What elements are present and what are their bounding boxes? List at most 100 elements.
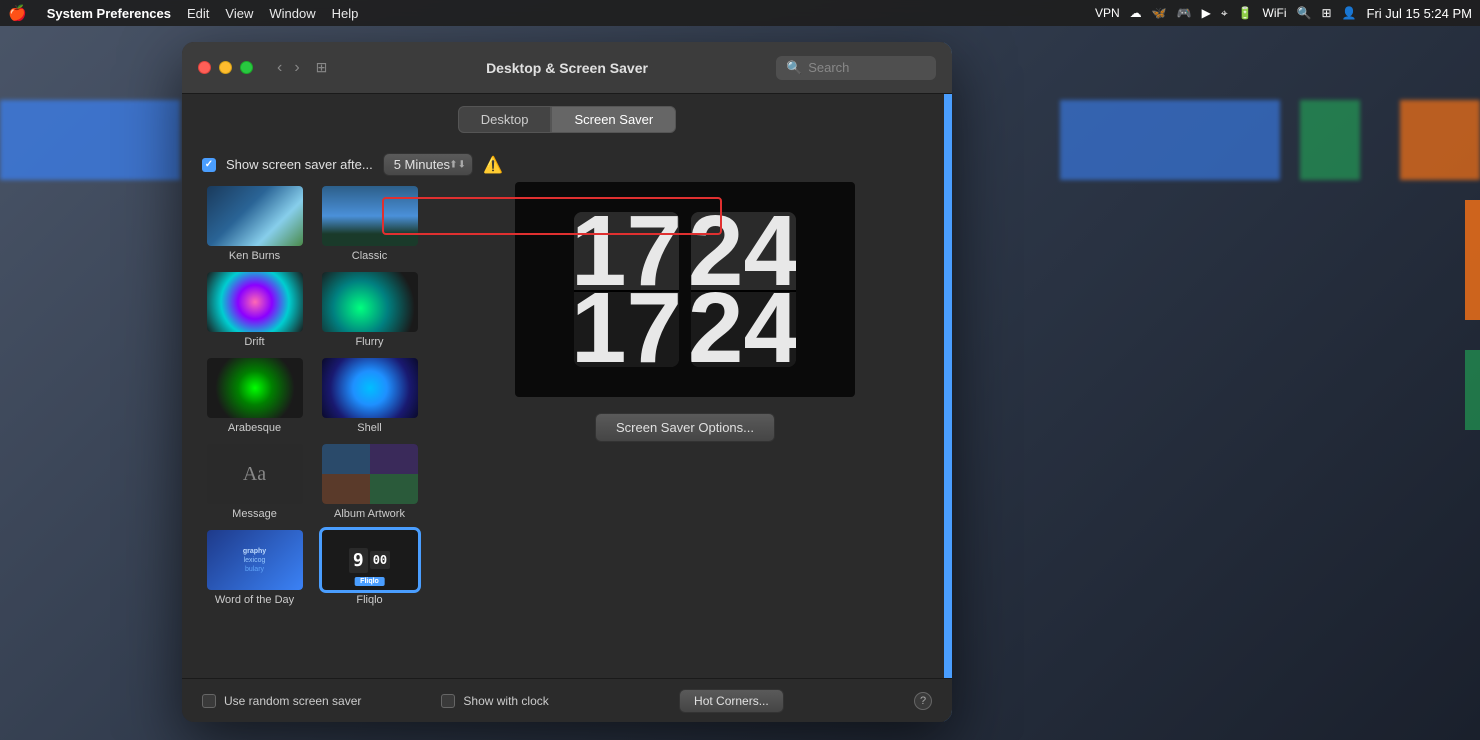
system-preferences-window: ‹ › ⊞ Desktop & Screen Saver 🔍 Search De… xyxy=(182,42,952,722)
ss-thumb-shell xyxy=(322,358,418,418)
flip-clock: 17 17 24 24 xyxy=(574,212,796,367)
ss-item-flurry[interactable]: Flurry xyxy=(317,272,422,348)
ss-label-fliqlo: Fliqlo xyxy=(356,594,382,606)
warning-icon: ⚠️ xyxy=(483,155,503,175)
window-right-accent xyxy=(944,42,952,722)
vpn-icon: VPN xyxy=(1095,6,1120,20)
menubar: 🍎 System Preferences Edit View Window He… xyxy=(0,0,1480,26)
ss-item-album-artwork[interactable]: Album Artwork xyxy=(317,444,422,520)
ss-thumb-arabesque xyxy=(207,358,303,418)
titlebar: ‹ › ⊞ Desktop & Screen Saver 🔍 Search xyxy=(182,42,952,94)
ss-item-word-of-day[interactable]: graphy lexicog bulary Word of the Day xyxy=(202,530,307,606)
ss-thumb-album xyxy=(322,444,418,504)
ss-label-classic: Classic xyxy=(352,250,387,262)
screen-saver-options-button[interactable]: Screen Saver Options... xyxy=(595,413,775,442)
flip-hour-number: 17 xyxy=(574,212,679,290)
bottom-bar: Use random screen saver Show with clock … xyxy=(182,678,952,722)
nav-arrows: ‹ › xyxy=(273,57,304,79)
forward-button[interactable]: › xyxy=(290,57,303,79)
ss-item-arabesque[interactable]: Arabesque xyxy=(202,358,307,434)
desktop-accent-3 xyxy=(1400,100,1480,180)
ss-thumb-ken-burns xyxy=(207,186,303,246)
flip-minute-number: 24 xyxy=(691,212,796,290)
ss-item-shell[interactable]: Shell xyxy=(317,358,422,434)
content-area: Ken Burns Classic Drift Flurry Arabesque xyxy=(182,182,952,722)
flip-hour-number-bottom: 17 xyxy=(574,290,679,368)
help-button[interactable]: ? xyxy=(914,692,932,710)
random-screensaver-label: Use random screen saver xyxy=(224,694,361,708)
flip-digit-minute-top: 24 xyxy=(691,212,796,290)
minimize-button[interactable] xyxy=(219,61,232,74)
ss-label-word-of-day: Word of the Day xyxy=(215,594,294,606)
search-placeholder: Search xyxy=(808,60,849,75)
screen-saver-control-row: Show screen saver afte... 5 Minutes ⬆⬇ ⚠… xyxy=(182,145,952,182)
screensaver-grid: Ken Burns Classic Drift Flurry Arabesque xyxy=(202,186,422,606)
search-icon[interactable]: 🔍 xyxy=(1297,6,1312,20)
menubar-left: 🍎 System Preferences Edit View Window He… xyxy=(8,4,358,22)
notification-icon[interactable]: 👤 xyxy=(1342,6,1357,20)
preview-panel: 17 17 24 24 xyxy=(438,182,932,706)
show-screensaver-label: Show screen saver afte... xyxy=(226,157,373,172)
ss-item-ken-burns[interactable]: Ken Burns xyxy=(202,186,307,262)
ss-thumb-drift xyxy=(207,272,303,332)
ss-label-message: Message xyxy=(232,508,277,520)
tabs-bar: Desktop Screen Saver xyxy=(182,94,952,145)
menubar-right: VPN ☁ 🦋 🎮 ▶ ⌖ 🔋 WiFi 🔍 ⊞ 👤 Fri Jul 15 5:… xyxy=(1095,6,1472,21)
ss-label-shell: Shell xyxy=(357,422,381,434)
game-controller-icon: 🎮 xyxy=(1177,6,1192,20)
window-title: Desktop & Screen Saver xyxy=(486,60,648,76)
flip-digit-hour-top: 17 xyxy=(574,212,679,290)
ss-label-ken-burns: Ken Burns xyxy=(229,250,280,262)
controlcenter-icon[interactable]: ⊞ xyxy=(1321,6,1331,20)
ss-label-arabesque: Arabesque xyxy=(228,422,281,434)
apple-menu-icon[interactable]: 🍎 xyxy=(8,4,27,22)
tab-desktop[interactable]: Desktop xyxy=(458,106,552,133)
ss-thumb-word-of-day: graphy lexicog bulary xyxy=(207,530,303,590)
ss-thumb-message: Aa xyxy=(207,444,303,504)
flip-digit-minute-bottom: 24 xyxy=(691,290,796,368)
battery-icon: 🔋 xyxy=(1238,6,1253,20)
menubar-window[interactable]: Window xyxy=(269,6,315,21)
menubar-help[interactable]: Help xyxy=(332,6,359,21)
desktop-accent-2 xyxy=(1060,100,1280,180)
flip-digit-hour: 17 17 xyxy=(574,212,679,367)
time-dropdown[interactable]: 5 Minutes ⬆⬇ xyxy=(383,153,473,176)
flip-digit-hour-bottom: 17 xyxy=(574,290,679,368)
ss-item-message[interactable]: Aa Message xyxy=(202,444,307,520)
maximize-button[interactable] xyxy=(240,61,253,74)
show-with-clock-checkbox[interactable] xyxy=(441,694,455,708)
menubar-app-name[interactable]: System Preferences xyxy=(47,6,171,21)
random-screensaver-checkbox[interactable] xyxy=(202,694,216,708)
flip-minute-number-bottom: 24 xyxy=(691,290,796,368)
hot-corners-button[interactable]: Hot Corners... xyxy=(679,689,784,713)
grid-view-button[interactable]: ⊞ xyxy=(316,59,328,76)
random-screensaver-row: Use random screen saver xyxy=(202,694,361,708)
butterfly-icon: 🦋 xyxy=(1152,6,1167,20)
tab-screen-saver[interactable]: Screen Saver xyxy=(551,106,676,133)
ss-item-fliqlo[interactable]: 9 00 Fliqlo Fliqlo xyxy=(317,530,422,606)
screensaver-list: Ken Burns Classic Drift Flurry Arabesque xyxy=(202,182,422,706)
menubar-clock: Fri Jul 15 5:24 PM xyxy=(1367,6,1473,21)
show-with-clock-label: Show with clock xyxy=(463,694,548,708)
search-icon: 🔍 xyxy=(786,60,802,76)
ss-thumb-fliqlo: 9 00 Fliqlo xyxy=(322,530,418,590)
wifi-icon: WiFi xyxy=(1263,6,1287,20)
menubar-edit[interactable]: Edit xyxy=(187,6,209,21)
ss-label-flurry: Flurry xyxy=(355,336,383,348)
menubar-view[interactable]: View xyxy=(225,6,253,21)
preview-screen: 17 17 24 24 xyxy=(515,182,855,397)
back-button[interactable]: ‹ xyxy=(273,57,286,79)
ss-thumb-classic xyxy=(322,186,418,246)
ss-item-drift[interactable]: Drift xyxy=(202,272,307,348)
ss-item-classic[interactable]: Classic xyxy=(317,186,422,262)
bluetooth-icon: ⌖ xyxy=(1221,6,1228,21)
ss-thumb-flurry xyxy=(322,272,418,332)
dropdown-arrow-icon: ⬆⬇ xyxy=(449,159,466,170)
show-with-clock-row: Show with clock xyxy=(441,694,548,708)
close-button[interactable] xyxy=(198,61,211,74)
search-bar[interactable]: 🔍 Search xyxy=(776,56,936,80)
desktop-right-bar-1 xyxy=(1465,200,1480,320)
ss-label-drift: Drift xyxy=(244,336,264,348)
cloud-icon: ☁ xyxy=(1130,6,1142,20)
show-screensaver-checkbox[interactable] xyxy=(202,158,216,172)
